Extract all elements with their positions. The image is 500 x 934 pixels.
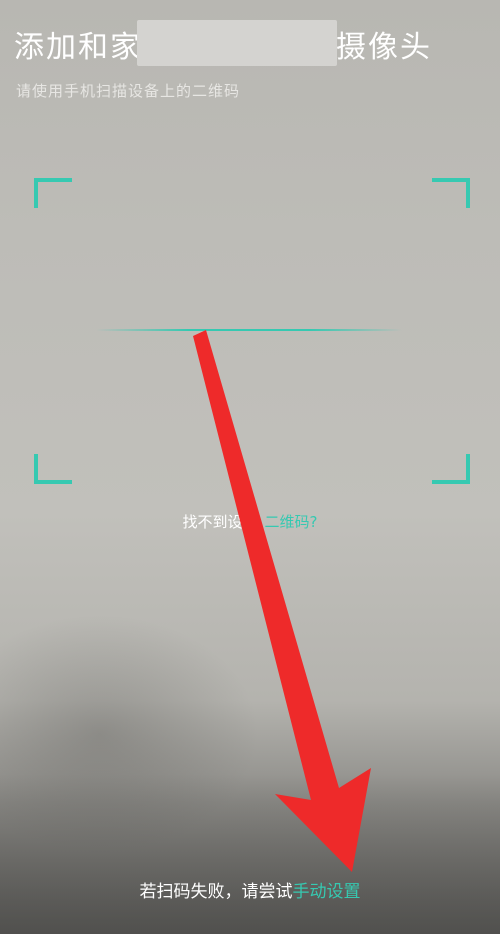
- camera-viewfinder: [0, 0, 500, 934]
- redaction-mask: [137, 20, 337, 66]
- cant-find-qr-text: 找不到设: [182, 513, 243, 531]
- cant-find-qr-link[interactable]: 找不到设 二维码?: [0, 511, 500, 532]
- page-title-suffix: 摄像头: [336, 30, 432, 65]
- scan-line: [96, 329, 402, 331]
- scan-failure-text: 若扫码失败，请尝试: [139, 882, 293, 902]
- scan-frame-corner-top-left: [34, 178, 72, 208]
- page-subtitle: 请使用手机扫描设备上的二维码: [16, 82, 241, 100]
- scan-frame-corner-top-right: [432, 178, 470, 208]
- manual-setup-link[interactable]: 手动设置: [293, 882, 361, 902]
- page-title: 添加和家: [14, 30, 142, 65]
- scan-frame-corner-bottom-left: [34, 454, 72, 484]
- scan-failure-tip: 若扫码失败，请尝试手动设置: [0, 877, 500, 902]
- cant-find-qr-accent: 二维码?: [264, 513, 318, 531]
- scan-frame-corner-bottom-right: [432, 454, 470, 484]
- camera-shadow-bottom: [0, 774, 500, 934]
